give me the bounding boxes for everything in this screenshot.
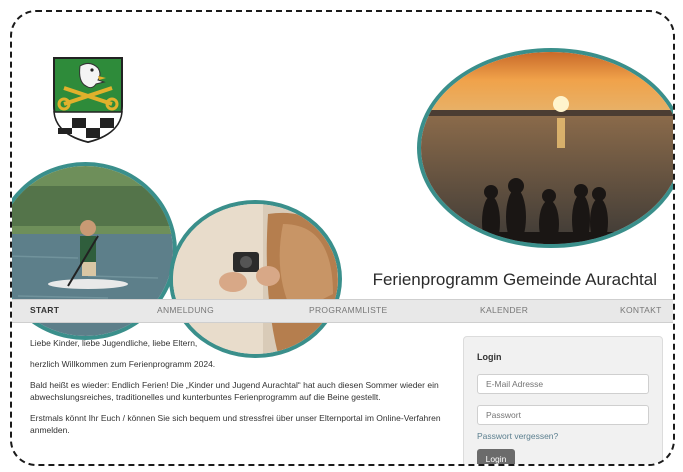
- sunset-lake-image: [417, 48, 673, 248]
- nav-item-kalender[interactable]: KALENDER: [480, 305, 528, 315]
- page-frame: Ferienprogramm Gemeinde Aurachtal START …: [10, 10, 675, 466]
- password-field[interactable]: [477, 405, 649, 425]
- login-title: Login: [477, 352, 502, 362]
- holiday-paragraph: Bald heißt es wieder: Endlich Ferien! Di…: [30, 380, 439, 402]
- login-button[interactable]: Login: [477, 449, 515, 464]
- login-panel: Login Passwort vergessen? Login: [463, 336, 663, 464]
- header: Ferienprogramm Gemeinde Aurachtal: [12, 12, 673, 358]
- greeting-paragraph: Liebe Kinder, liebe Jugendliche, liebe E…: [30, 338, 198, 348]
- nav-item-anmeldung[interactable]: ANMELDUNG: [157, 305, 214, 315]
- email-field[interactable]: [477, 374, 649, 394]
- welcome-paragraph: herzlich Willkommen zum Ferienprogramm 2…: [30, 359, 216, 369]
- forgot-password-link[interactable]: Passwort vergessen?: [477, 431, 558, 441]
- coat-of-arms-logo: [53, 57, 123, 144]
- main-navigation: START ANMELDUNG PROGRAMMLISTE KALENDER K…: [12, 299, 673, 323]
- site-title: Ferienprogramm Gemeinde Aurachtal: [372, 270, 657, 289]
- welcome-text: Liebe Kinder, liebe Jugendliche, liebe E…: [30, 337, 450, 445]
- registration-paragraph: Erstmals könnt Ihr Euch / können Sie sic…: [30, 413, 441, 435]
- nav-item-kontakt[interactable]: KONTAKT: [620, 305, 662, 315]
- photographer-image: [169, 200, 342, 358]
- nav-item-programmliste[interactable]: PROGRAMMLISTE: [309, 305, 388, 315]
- nav-item-start[interactable]: START: [30, 305, 59, 315]
